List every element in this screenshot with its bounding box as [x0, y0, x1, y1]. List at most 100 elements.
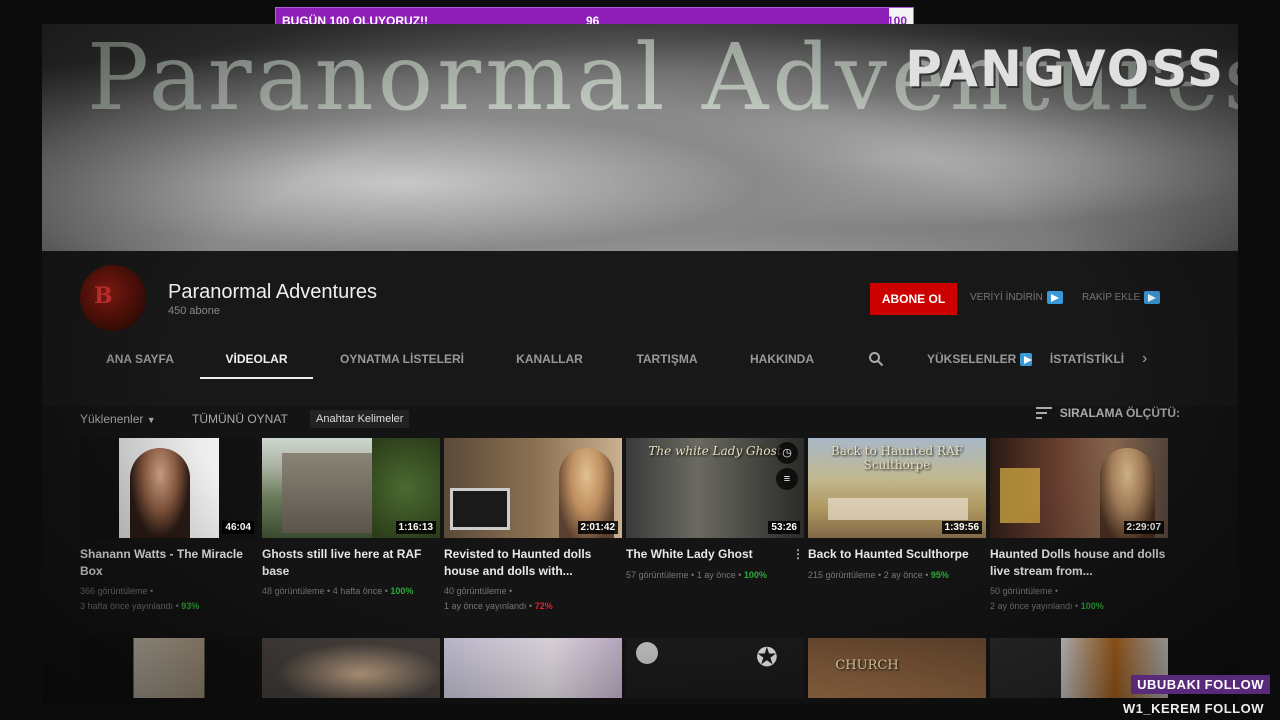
add-to-queue-icon[interactable]: ≡ — [776, 468, 798, 490]
video-thumbnail[interactable]: 1:16:13 — [262, 438, 440, 538]
caret-down-icon: ▼ — [146, 415, 156, 425]
tab-discussion[interactable]: TARTIŞMA — [622, 339, 712, 379]
video-age: 3 hafta önce yayınlandı • — [80, 601, 179, 611]
uploads-dropdown[interactable]: Yüklenenler ▼ — [80, 412, 156, 426]
video-age: 2 ay önce yayınlandı • — [990, 601, 1079, 611]
more-options-icon[interactable]: ⋮ — [792, 546, 804, 563]
video-title[interactable]: Ghosts still live here at RAF base — [262, 546, 440, 580]
thumbnail-building — [282, 453, 372, 533]
chevron-right-icon[interactable]: › — [1142, 339, 1147, 379]
like-ratio: 100% — [743, 570, 767, 580]
like-ratio: 100% — [1080, 601, 1104, 611]
video-thumbnail[interactable] — [262, 638, 440, 698]
channel-tabs: ANA SAYFA VİDEOLAR OYNATMA LİSTELERİ KAN… — [42, 339, 1238, 379]
download-data-button[interactable]: VERİYİ İNDİRİN — [970, 291, 1063, 304]
thumbnail-dollhouse — [1000, 468, 1040, 523]
video-thumbnail[interactable]: Back to Haunted RAF Sculthorpe 1:39:56 — [808, 438, 986, 538]
video-age-line: 1 ay önce yayınlandı • 72% — [444, 599, 622, 614]
subscribe-button[interactable]: ABONE OL — [870, 283, 957, 315]
video-age: 1 ay önce yayınlandı • — [444, 601, 533, 611]
sort-label: SIRALAMA ÖLÇÜTÜ: — [1059, 406, 1180, 420]
thumbnail-buildings — [828, 498, 968, 520]
video-meta: 366 görüntüleme • 3 hafta önce yayınland… — [80, 584, 258, 614]
video-meta: 57 görüntüleme • 1 ay önce • 100% — [626, 568, 804, 583]
video-card[interactable]: Back to Haunted RAF Sculthorpe 1:39:56 B… — [808, 438, 986, 583]
subscriber-count: 450 abone — [168, 305, 220, 317]
thumbnail-overlay-text: Back to Haunted RAF Sculthorpe — [830, 444, 964, 472]
channel-name: Paranormal Adventures — [168, 281, 378, 303]
tab-rising[interactable]: YÜKSELENLER — [927, 339, 1032, 379]
video-title-text: The White Lady Ghost — [626, 547, 753, 561]
video-thumbnail[interactable]: 46:04 — [80, 438, 258, 538]
video-meta: 40 görüntüleme • 1 ay önce yayınlandı • … — [444, 584, 622, 614]
video-duration: 53:26 — [768, 521, 800, 534]
video-card[interactable]: 46:04 Shanann Watts - The Miracle Box 36… — [80, 438, 258, 614]
browser-capture: Paranormal Adventures B Paranormal Adven… — [42, 24, 1238, 704]
video-views: 48 görüntüleme • 4 hafta önce • — [262, 586, 388, 596]
avatar-logo: B — [94, 283, 113, 309]
video-meta: 215 görüntüleme • 2 ay önce • 95% — [808, 568, 986, 583]
channel-header: B Paranormal Adventures 450 abone ABONE … — [42, 251, 1238, 406]
video-card[interactable]: 2:29:07 Haunted Dolls house and dolls li… — [990, 438, 1168, 614]
thumbnail-laptop — [450, 488, 510, 530]
video-card[interactable]: 1:16:13 Ghosts still live here at RAF ba… — [262, 438, 440, 599]
add-competitor-label: RAKİP EKLE — [1082, 292, 1141, 303]
tab-playlists[interactable]: OYNATMA LİSTELERİ — [327, 339, 477, 379]
sort-button[interactable]: SIRALAMA ÖLÇÜTÜ: — [1035, 406, 1180, 420]
follow-alert: W1_KEREM FOLLOW — [1122, 701, 1264, 716]
vidiq-icon — [1144, 291, 1161, 304]
video-duration: 2:01:42 — [577, 521, 618, 534]
video-card[interactable]: The white Lady Ghost ◷ ≡ 53:26 The White… — [626, 438, 804, 583]
watch-later-icon[interactable]: ◷ — [776, 442, 798, 464]
video-duration: 46:04 — [222, 521, 254, 534]
tab-rising-label: YÜKSELENLER — [927, 352, 1017, 366]
tab-channels[interactable]: KANALLAR — [502, 339, 597, 379]
thumbnail-person — [130, 448, 190, 538]
uploads-label: Yüklenenler — [80, 412, 144, 426]
follow-alert: UBUBAKI FOLLOW — [1131, 675, 1270, 694]
video-views-line: 57 görüntüleme • 1 ay önce • 100% — [626, 568, 804, 583]
vidiq-icon — [1046, 291, 1063, 304]
like-ratio: 100% — [390, 586, 414, 596]
video-duration: 1:16:13 — [395, 521, 436, 534]
video-card[interactable]: 2:01:42 Revisted to Haunted dolls house … — [444, 438, 622, 614]
video-thumbnail[interactable]: CHURCH — [808, 638, 986, 698]
video-thumbnail[interactable]: The white Lady Ghost ◷ ≡ 53:26 — [626, 438, 804, 538]
video-views-line: 48 görüntüleme • 4 hafta önce • 100% — [262, 584, 440, 599]
vidiq-icon — [1020, 352, 1032, 366]
videos-section: Yüklenenler ▼ TÜMÜNÜ OYNAT Anahtar Kelim… — [42, 406, 1238, 704]
tab-videos[interactable]: VİDEOLAR — [200, 339, 313, 379]
video-views-line: 215 görüntüleme • 2 ay önce • 95% — [808, 568, 986, 583]
tab-stats[interactable]: İSTATİSTİKLİ — [1047, 339, 1127, 379]
video-age-line: 3 hafta önce yayınlandı • 93% — [80, 599, 258, 614]
keywords-chip[interactable]: Anahtar Kelimeler — [310, 410, 410, 428]
streamer-watermark: PANGVOSS — [905, 40, 1225, 98]
video-thumbnail[interactable]: 2:01:42 — [444, 438, 622, 538]
video-thumbnail[interactable] — [444, 638, 622, 698]
thumbnail-overlay-text: CHURCH — [835, 658, 899, 673]
play-all-button[interactable]: TÜMÜNÜ OYNAT — [192, 412, 288, 426]
video-thumbnail[interactable] — [80, 638, 258, 698]
video-views: 215 görüntüleme • 2 ay önce • — [808, 570, 929, 580]
like-ratio: 95% — [930, 570, 949, 580]
video-title[interactable]: Haunted Dolls house and dolls live strea… — [990, 546, 1168, 580]
filter-row: Yüklenenler ▼ TÜMÜNÜ OYNAT Anahtar Kelim… — [80, 406, 1180, 436]
add-competitor-button[interactable]: RAKİP EKLE — [1082, 291, 1161, 304]
search-icon[interactable] — [868, 351, 884, 367]
video-duration: 2:29:07 — [1123, 521, 1164, 534]
like-ratio: 93% — [181, 601, 200, 611]
video-age-line: 2 ay önce yayınlandı • 100% — [990, 599, 1168, 614]
sort-icon — [1035, 407, 1052, 419]
video-title[interactable]: Revisted to Haunted dolls house and doll… — [444, 546, 622, 580]
channel-avatar[interactable]: B — [80, 265, 146, 331]
video-title[interactable]: Shanann Watts - The Miracle Box — [80, 546, 258, 580]
video-views: 50 görüntüleme • — [990, 586, 1059, 596]
like-ratio: 72% — [534, 601, 553, 611]
video-meta: 48 görüntüleme • 4 hafta önce • 100% — [262, 584, 440, 599]
video-meta: 50 görüntüleme • 2 ay önce yayınlandı • … — [990, 584, 1168, 614]
tab-about[interactable]: HAKKINDA — [737, 339, 827, 379]
video-thumbnail[interactable]: 2:29:07 — [990, 438, 1168, 538]
video-views: 366 görüntüleme • — [80, 586, 154, 596]
tab-home[interactable]: ANA SAYFA — [90, 339, 190, 379]
thumbnail-moon — [636, 642, 658, 664]
